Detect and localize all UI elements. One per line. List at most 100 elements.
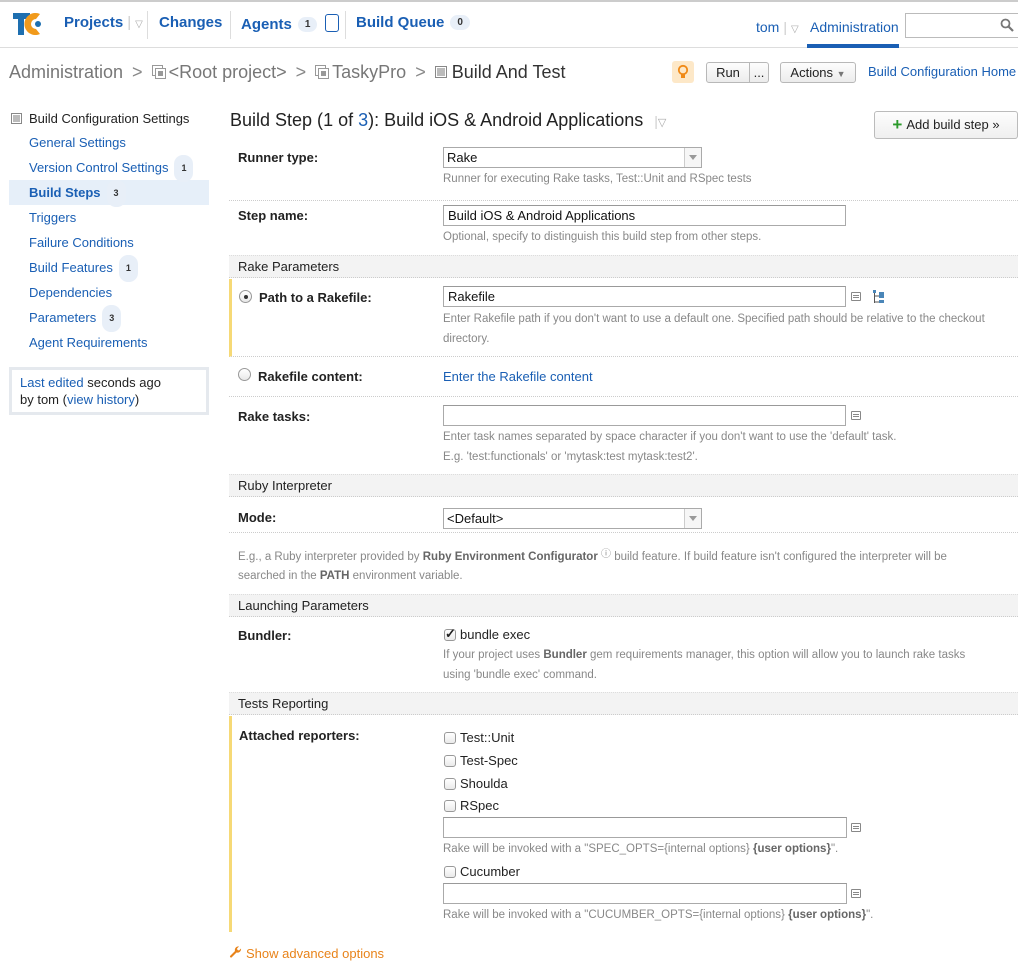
rakefile-path-input[interactable]: Rakefile bbox=[443, 286, 846, 307]
run-button[interactable]: Run bbox=[706, 62, 750, 83]
view-history-link[interactable]: view history bbox=[67, 392, 135, 407]
nav-agents[interactable]: Agents 1 bbox=[241, 14, 340, 33]
rspec-options-input[interactable] bbox=[443, 817, 847, 838]
bundle-exec-label[interactable]: bundle exec bbox=[460, 627, 530, 642]
title-prefix: Build Step ( bbox=[230, 110, 324, 130]
note-text: environment variable. bbox=[349, 570, 463, 582]
teamcity-logo[interactable] bbox=[12, 10, 46, 38]
sidebar-title: Build Configuration Settings bbox=[29, 111, 190, 126]
show-advanced-options-link[interactable]: Show advanced options bbox=[229, 946, 384, 961]
cucumber-label[interactable]: Cucumber bbox=[460, 864, 520, 879]
breadcrumb-root-project[interactable]: <Root project> bbox=[169, 62, 287, 82]
rakefile-path-radio[interactable] bbox=[239, 290, 252, 303]
bundler-term: Bundler bbox=[543, 649, 587, 661]
sidebar-item-agent-requirements[interactable]: Agent Requirements bbox=[9, 330, 209, 355]
cucumber-checkbox[interactable] bbox=[444, 866, 456, 878]
file-tree-icon[interactable] bbox=[872, 290, 886, 304]
mode-select[interactable]: <Default> bbox=[443, 508, 702, 529]
last-edited-link[interactable]: Last edited bbox=[20, 375, 84, 390]
rakefile-path-label: Path to a Rakefile: bbox=[259, 290, 372, 305]
test-spec-label[interactable]: Test-Spec bbox=[460, 753, 518, 768]
nav-agents-label: Agents bbox=[241, 16, 292, 33]
expand-textarea-icon[interactable] bbox=[851, 889, 861, 898]
shoulda-label[interactable]: Shoulda bbox=[460, 776, 508, 791]
administration-link[interactable]: Administration bbox=[810, 19, 899, 35]
bundler-note-cont: using 'bundle exec' command. bbox=[443, 669, 597, 681]
runner-type-note: Runner for executing Rake tasks, Test::U… bbox=[443, 173, 752, 185]
run-custom-button[interactable]: ... bbox=[749, 62, 769, 83]
chevron-down-icon[interactable]: ▽ bbox=[135, 19, 143, 30]
sidebar-item-label: Failure Conditions bbox=[29, 235, 134, 250]
search-icon[interactable] bbox=[1000, 18, 1014, 32]
bundle-exec-checkbox[interactable] bbox=[444, 626, 456, 642]
attached-reporters-label: Attached reporters: bbox=[239, 728, 360, 743]
attached-reporters-row: Attached reporters: Test::Unit Test-Spec… bbox=[229, 716, 1018, 932]
actions-button[interactable]: Actions ▼ bbox=[780, 62, 856, 83]
mode-label: Mode: bbox=[238, 510, 277, 525]
sidebar-item-label: Version Control Settings bbox=[29, 160, 169, 175]
breadcrumb-build-and-test: Build And Test bbox=[451, 62, 566, 82]
add-build-step-button[interactable]: + Add build step » bbox=[874, 111, 1018, 139]
section-ruby-interpreter: Ruby Interpreter bbox=[229, 474, 1018, 497]
nav-projects[interactable]: Projects | ▽ bbox=[64, 14, 143, 31]
rake-tasks-row: Rake tasks: Enter task names separated b… bbox=[229, 397, 1018, 475]
nav-build-queue[interactable]: Build Queue 0 bbox=[356, 14, 470, 31]
user-menu[interactable]: tom | ▽ bbox=[756, 19, 799, 35]
search-input[interactable] bbox=[905, 13, 1018, 38]
actions-label: Actions bbox=[790, 65, 834, 80]
sidebar-item-label: Build Steps bbox=[29, 185, 101, 200]
user-options-term: {user options} bbox=[788, 909, 867, 921]
cucumber-options-input[interactable] bbox=[443, 883, 847, 904]
expand-textarea-icon[interactable] bbox=[851, 411, 861, 420]
rake-tasks-example: E.g. 'test:functionals' or 'mytask:test … bbox=[443, 451, 698, 463]
ruby-interpreter-note-cont: searched in the PATH environment variabl… bbox=[238, 566, 463, 586]
cucumber-note: Rake will be invoked with a "CUCUMBER_OP… bbox=[443, 905, 873, 925]
sidebar-item-dependencies[interactable]: Dependencies bbox=[9, 280, 209, 305]
rake-tasks-input[interactable] bbox=[443, 405, 846, 426]
test-unit-label[interactable]: Test::Unit bbox=[460, 730, 514, 745]
breadcrumb-separator: > bbox=[295, 62, 307, 82]
rspec-label[interactable]: RSpec bbox=[460, 798, 499, 813]
breadcrumb-taskypro[interactable]: TaskyPro bbox=[332, 62, 406, 82]
breadcrumb-administration[interactable]: Administration bbox=[9, 62, 123, 82]
sidebar-item-failure-conditions[interactable]: Failure Conditions bbox=[9, 230, 209, 255]
expand-textarea-icon[interactable] bbox=[851, 292, 861, 301]
rakefile-content-row: Rakefile content: Enter the Rakefile con… bbox=[229, 357, 1018, 397]
breadcrumb: Administration > <Root project> > TaskyPro > B… bbox=[9, 62, 565, 83]
last-edited-box: Last edited seconds ago by tom (view his… bbox=[9, 367, 209, 415]
nav-divider bbox=[147, 11, 148, 39]
chevron-down-icon: ▼ bbox=[836, 69, 846, 79]
shoulda-checkbox[interactable] bbox=[444, 778, 456, 790]
enter-rakefile-content-link[interactable]: Enter the Rakefile content bbox=[443, 369, 593, 384]
section-launching-parameters: Launching Parameters bbox=[229, 594, 1018, 617]
sidebar-item-triggers[interactable]: Triggers bbox=[9, 205, 209, 230]
sidebar-item-build-features[interactable]: Build Features 1 bbox=[9, 255, 209, 282]
ruby-env-configurator-term: Ruby Environment Configurator bbox=[422, 551, 598, 563]
sidebar-item-label: Build Features bbox=[29, 260, 113, 275]
rspec-note: Rake will be invoked with a "SPEC_OPTS={… bbox=[443, 839, 838, 859]
rake-tasks-note: Enter task names separated by space char… bbox=[443, 431, 897, 443]
expand-textarea-icon[interactable] bbox=[851, 823, 861, 832]
test-spec-checkbox[interactable] bbox=[444, 755, 456, 767]
help-icon[interactable]: ⓘ bbox=[601, 549, 611, 560]
sidebar-item-version-control-settings[interactable]: Version Control Settings 1 bbox=[9, 155, 209, 182]
divider: | bbox=[127, 14, 132, 31]
nav-changes[interactable]: Changes bbox=[159, 14, 222, 31]
sidebar-item-label: Triggers bbox=[29, 210, 77, 225]
step-total-link[interactable]: 3 bbox=[358, 110, 368, 130]
nav-build-queue-label: Build Queue bbox=[356, 14, 445, 31]
test-unit-checkbox[interactable] bbox=[444, 732, 456, 744]
chevron-down-icon[interactable]: ▽ bbox=[791, 24, 799, 35]
rakefile-content-radio[interactable] bbox=[238, 368, 251, 381]
sidebar-item-general-settings[interactable]: General Settings bbox=[9, 130, 209, 155]
chevron-down-icon[interactable]: ▽ bbox=[658, 117, 666, 129]
build-configuration-home-link[interactable]: Build Configuration Home bbox=[868, 64, 1016, 79]
idea-bulb-button[interactable] bbox=[672, 61, 694, 83]
sidebar-item-build-steps[interactable]: Build Steps 3 bbox=[9, 180, 209, 207]
note-text: E.g., a Ruby interpreter provided by bbox=[238, 551, 423, 563]
step-name-input[interactable]: Build iOS & Android Applications bbox=[443, 205, 846, 226]
sidebar-item-parameters[interactable]: Parameters 3 bbox=[9, 305, 209, 332]
rspec-checkbox[interactable] bbox=[444, 800, 456, 812]
agent-icon[interactable] bbox=[325, 14, 340, 32]
runner-type-select[interactable]: Rake bbox=[443, 147, 702, 168]
